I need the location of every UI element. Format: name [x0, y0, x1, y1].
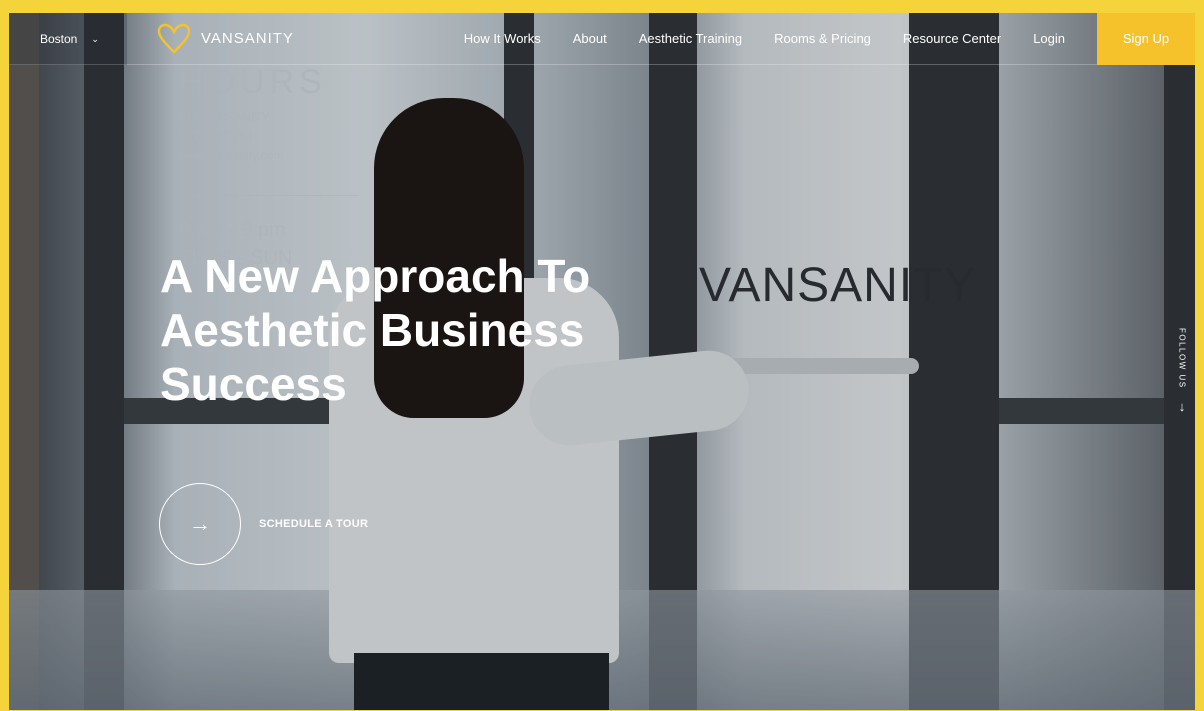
nav-resource-center[interactable]: Resource Center — [903, 31, 1001, 46]
hero-section: HOURS 877.VANSANITY 877.826.7264 www.van… — [9, 13, 1195, 710]
hero-title: A New Approach To Aesthetic Business Suc… — [160, 249, 720, 411]
nav-aesthetic-training[interactable]: Aesthetic Training — [639, 31, 742, 46]
follow-us[interactable]: FOLLOW US ↓ — [1174, 328, 1190, 414]
signup-button[interactable]: Sign Up — [1097, 13, 1195, 65]
logo[interactable]: VANSANITY — [155, 23, 294, 55]
schedule-tour-label[interactable]: SCHEDULE A TOUR — [259, 518, 368, 530]
arrow-right-icon[interactable]: → — [159, 483, 241, 565]
site-header: Boston ⌄ VANSANITY How It Works About Ae… — [9, 13, 1195, 65]
nav-how-it-works[interactable]: How It Works — [464, 31, 541, 46]
hero-title-line-3: Success — [160, 358, 347, 410]
schedule-tour-button[interactable]: → SCHEDULE A TOUR — [159, 483, 368, 565]
logo-heart-icon — [157, 23, 191, 54]
city-label: Boston — [40, 31, 78, 46]
hero-title-line-1: A New Approach To — [160, 250, 591, 302]
brand-name: VANSANITY — [201, 30, 294, 47]
follow-us-label: FOLLOW US — [1177, 328, 1187, 389]
hero-title-line-2: Aesthetic Business — [160, 304, 585, 356]
arrow-down-icon: ↓ — [1178, 398, 1186, 414]
chevron-down-icon: ⌄ — [91, 34, 99, 44]
city-selector[interactable]: Boston ⌄ — [9, 13, 127, 65]
main-nav: How It Works About Aesthetic Training Ro… — [464, 13, 1195, 65]
nav-rooms-pricing[interactable]: Rooms & Pricing — [774, 31, 871, 46]
nav-login[interactable]: Login — [1033, 31, 1065, 46]
nav-about[interactable]: About — [573, 31, 607, 46]
